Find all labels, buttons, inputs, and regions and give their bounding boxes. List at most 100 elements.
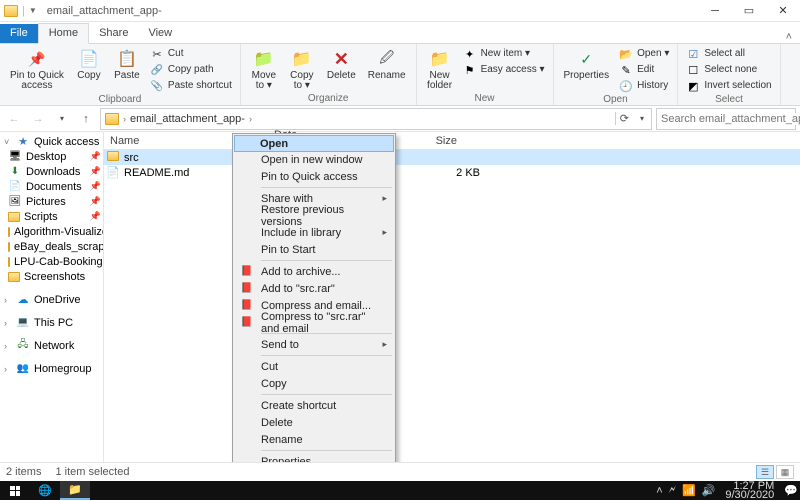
taskbar-explorer[interactable]: 📁 [60, 481, 90, 500]
ribbon-expand-icon[interactable]: ˄ [778, 31, 800, 43]
new-folder-button[interactable]: New folder [423, 46, 457, 93]
ribbon-tabs: File Home Share View ˄ [0, 22, 800, 44]
ctx-add-archive[interactable]: Add to archive... [235, 263, 393, 280]
forward-button[interactable]: → [28, 109, 48, 129]
search-box[interactable]: 🔍 [656, 108, 796, 130]
move-icon [253, 48, 275, 70]
tab-view[interactable]: View [138, 24, 182, 43]
sidebar-item-this-pc[interactable]: ›This PC [0, 315, 103, 330]
rename-button[interactable]: Rename [364, 46, 410, 93]
recent-locations-button[interactable]: ▾ [52, 109, 72, 129]
paste-icon [116, 48, 138, 70]
sidebar-item-ebay[interactable]: eBay_deals_scraper [0, 239, 103, 254]
new-item-button[interactable]: ✦New item ▾ [461, 46, 547, 62]
ctx-add-src-rar[interactable]: Add to "src.rar" [235, 280, 393, 297]
file-row-readme[interactable]: README.md 2 KB [104, 165, 800, 180]
sidebar-item-network[interactable]: ›Network [0, 338, 103, 353]
archive-icon [240, 266, 254, 277]
sidebar-item-pictures[interactable]: Pictures📌 [0, 194, 103, 209]
paste-shortcut-button[interactable]: Paste shortcut [148, 78, 234, 94]
separator [261, 260, 392, 261]
tray-volume-icon[interactable]: 🔊 [702, 484, 716, 497]
ctx-delete[interactable]: Delete [235, 414, 393, 431]
icons-view-button[interactable]: ▦ [776, 465, 794, 479]
pin-icon: 📌 [90, 211, 101, 222]
history-button[interactable]: History [617, 78, 671, 94]
delete-button[interactable]: ✕Delete [323, 46, 360, 93]
ctx-create-shortcut[interactable]: Create shortcut [235, 397, 393, 414]
sidebar-item-screenshots[interactable]: Screenshots [0, 269, 103, 284]
easy-access-button[interactable]: ⚑Easy access ▾ [461, 62, 547, 78]
open-button[interactable]: Open ▾ [617, 46, 671, 62]
ctx-open-new-window[interactable]: Open in new window [235, 151, 393, 168]
window-title: email_attachment_app- [47, 5, 162, 17]
back-button[interactable]: ← [4, 109, 24, 129]
copy-to-button[interactable]: Copy to ▾ [285, 46, 319, 93]
cut-button[interactable]: Cut [148, 46, 234, 62]
pin-quick-access-button[interactable]: Pin to Quick access [6, 46, 68, 94]
sidebar-item-lpu[interactable]: LPU-Cab-Booking- [0, 254, 103, 269]
sidebar-item-desktop[interactable]: Desktop📌 [0, 149, 103, 164]
chevron-right-icon[interactable]: › [249, 114, 252, 124]
ctx-open[interactable]: Open [234, 135, 394, 152]
address-dropdown-icon[interactable]: ▾ [635, 109, 649, 129]
col-size[interactable]: Size [416, 135, 464, 147]
close-button[interactable]: ✕ [766, 0, 800, 22]
sidebar-item-homegroup[interactable]: ›Homegroup [0, 361, 103, 376]
sidebar-item-scripts[interactable]: Scripts📌 [0, 209, 103, 224]
select-none-button[interactable]: ☐Select none [684, 62, 773, 78]
sidebar-item-algo[interactable]: Algorithm-Visualizer [0, 224, 103, 239]
minimize-button[interactable]: ─ [698, 0, 732, 22]
edit-icon: ✎ [619, 63, 633, 77]
folder-icon [106, 151, 120, 164]
new-item-icon: ✦ [463, 47, 477, 61]
ctx-copy[interactable]: Copy [235, 375, 393, 392]
copy-button[interactable]: Copy [72, 46, 106, 94]
invert-selection-button[interactable]: ◩Invert selection [684, 78, 773, 94]
chevron-right-icon: ▸ [382, 193, 387, 204]
ctx-restore[interactable]: Restore previous versions [235, 207, 393, 224]
qat-dropdown-icon[interactable]: ▼ [29, 6, 37, 15]
sidebar-item-downloads[interactable]: Downloads📌 [0, 164, 103, 179]
tray-notifications-icon[interactable]: 💬 [784, 484, 798, 497]
tray-wifi-icon[interactable]: 📶 [682, 484, 696, 497]
file-row-src[interactable]: src [104, 150, 800, 165]
search-input[interactable] [661, 113, 800, 125]
tab-home[interactable]: Home [38, 23, 89, 44]
copy-path-button[interactable]: Copy path [148, 62, 234, 78]
properties-button[interactable]: Properties [560, 46, 614, 94]
pin-icon: 📌 [90, 151, 101, 162]
sidebar-item-onedrive[interactable]: ›OneDrive [0, 292, 103, 307]
sidebar-item-quick-access[interactable]: ˅Quick access [0, 134, 103, 149]
refresh-button[interactable]: ⟳ [615, 112, 633, 125]
breadcrumb[interactable]: › email_attachment_app- › ⟳ ▾ [100, 108, 652, 130]
paste-button[interactable]: Paste [110, 46, 144, 94]
file-list[interactable]: Name Date modified Type Size src README.… [104, 132, 800, 481]
tab-file[interactable]: File [0, 24, 38, 43]
taskbar: 🌐 📁 ˄ 🗲 📶 🔊 1:27 PM9/30/2020 💬 [0, 481, 800, 500]
sidebar-item-documents[interactable]: Documents📌 [0, 179, 103, 194]
taskbar-app-1[interactable]: 🌐 [30, 481, 60, 500]
ctx-compress-src-email[interactable]: Compress to "src.rar" and email [235, 314, 393, 331]
tray-clock[interactable]: 1:27 PM9/30/2020 [721, 482, 778, 500]
ctx-rename[interactable]: Rename [235, 431, 393, 448]
move-to-button[interactable]: Move to ▾ [247, 46, 281, 93]
ctx-cut[interactable]: Cut [235, 358, 393, 375]
select-all-button[interactable]: Select all [684, 46, 773, 62]
up-button[interactable]: ↑ [76, 109, 96, 129]
chevron-right-icon[interactable]: › [123, 114, 126, 124]
maximize-button[interactable]: ▭ [732, 0, 766, 22]
ctx-include-library[interactable]: Include in library▸ [235, 224, 393, 241]
ctx-pin-start[interactable]: Pin to Start [235, 241, 393, 258]
details-view-button[interactable]: ☰ [756, 465, 774, 479]
breadcrumb-segment[interactable]: email_attachment_app- [128, 113, 247, 125]
edit-button[interactable]: ✎Edit [617, 62, 671, 78]
ctx-pin-quick[interactable]: Pin to Quick access [235, 168, 393, 185]
group-label-clipboard: Clipboard [6, 94, 234, 106]
start-button[interactable] [0, 481, 30, 500]
separator [261, 450, 392, 451]
tab-share[interactable]: Share [89, 24, 138, 43]
tray-battery-icon[interactable]: 🗲 [669, 484, 676, 497]
ctx-send-to[interactable]: Send to▸ [235, 336, 393, 353]
tray-chevron-up-icon[interactable]: ˄ [656, 485, 662, 497]
